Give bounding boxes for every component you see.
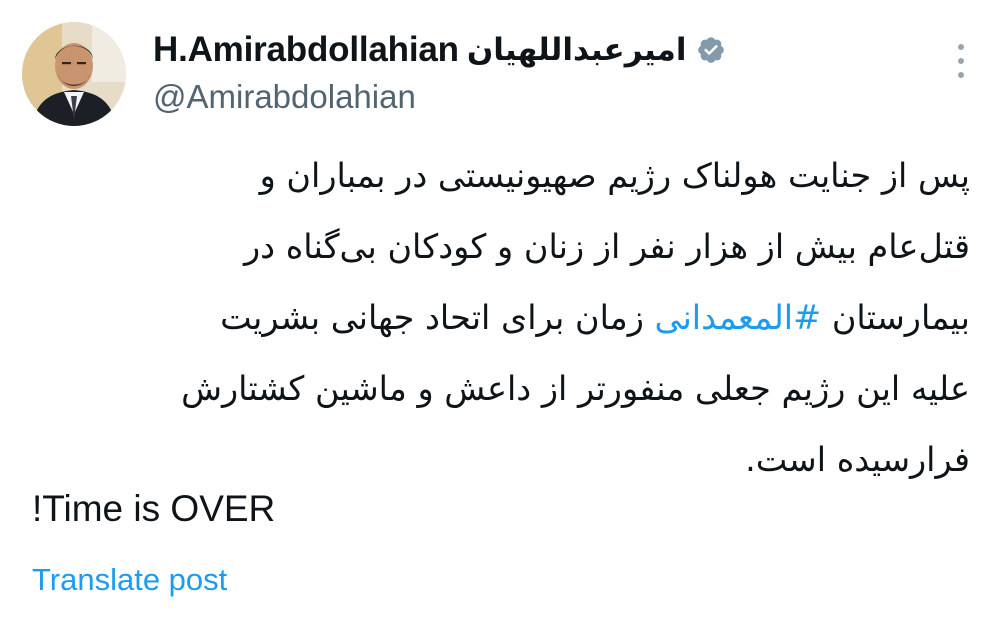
- translate-post-link[interactable]: Translate post: [32, 562, 227, 598]
- post-text: پس از جنایت هولناک رژیم صهیونیستی در بمب…: [28, 140, 970, 495]
- verified-badge-icon: [698, 37, 725, 63]
- author-name-persian[interactable]: امیرعبداللهیان: [467, 32, 687, 68]
- post-text-line: پس از جنایت هولناک رژیم صهیونیستی در بمب…: [28, 140, 970, 211]
- more-dot: [958, 72, 964, 78]
- more-dot: [958, 58, 964, 64]
- more-dot: [958, 44, 964, 50]
- post-text-line: قتل‌عام بیش از هزار نفر از زنان و کودکان…: [28, 211, 970, 282]
- post-text-segment: بیمارستان: [821, 298, 970, 337]
- post-text-line: بیمارستان #المعمدانی زمان برای اتحاد جها…: [28, 282, 970, 353]
- more-options-icon[interactable]: [951, 44, 971, 78]
- post-text-segment: قتل‌عام بیش از هزار نفر از زنان و کودکان…: [244, 227, 970, 266]
- post-text-segment: پس از جنایت هولناک رژیم صهیونیستی در بمب…: [259, 156, 970, 195]
- author-handle[interactable]: @Amirabdolahian: [153, 78, 913, 116]
- post-text-line: فرارسیده است.: [28, 424, 970, 495]
- author-identity: H.Amirabdollahian امیرعبداللهیان @Amirab…: [153, 26, 913, 116]
- avatar[interactable]: [22, 22, 126, 126]
- author-name-row[interactable]: H.Amirabdollahian امیرعبداللهیان: [153, 26, 913, 74]
- post-text-segment: فرارسیده است.: [745, 440, 970, 479]
- author-name-latin[interactable]: H.Amirabdollahian: [153, 30, 459, 70]
- post-text-segment: علیه این رژیم جعلی منفورتر از داعش و ماش…: [181, 369, 970, 408]
- post-text-segment: زمان برای اتحاد جهانی بشریت: [220, 298, 655, 337]
- post-card: H.Amirabdollahian امیرعبداللهیان @Amirab…: [0, 0, 1007, 641]
- profile-photo-icon: [22, 22, 126, 126]
- post-text-line: علیه این رژیم جعلی منفورتر از داعش و ماش…: [28, 353, 970, 424]
- hashtag-link[interactable]: #المعمدانی: [655, 298, 822, 337]
- post-closing-line: Time is OVER!: [32, 488, 276, 529]
